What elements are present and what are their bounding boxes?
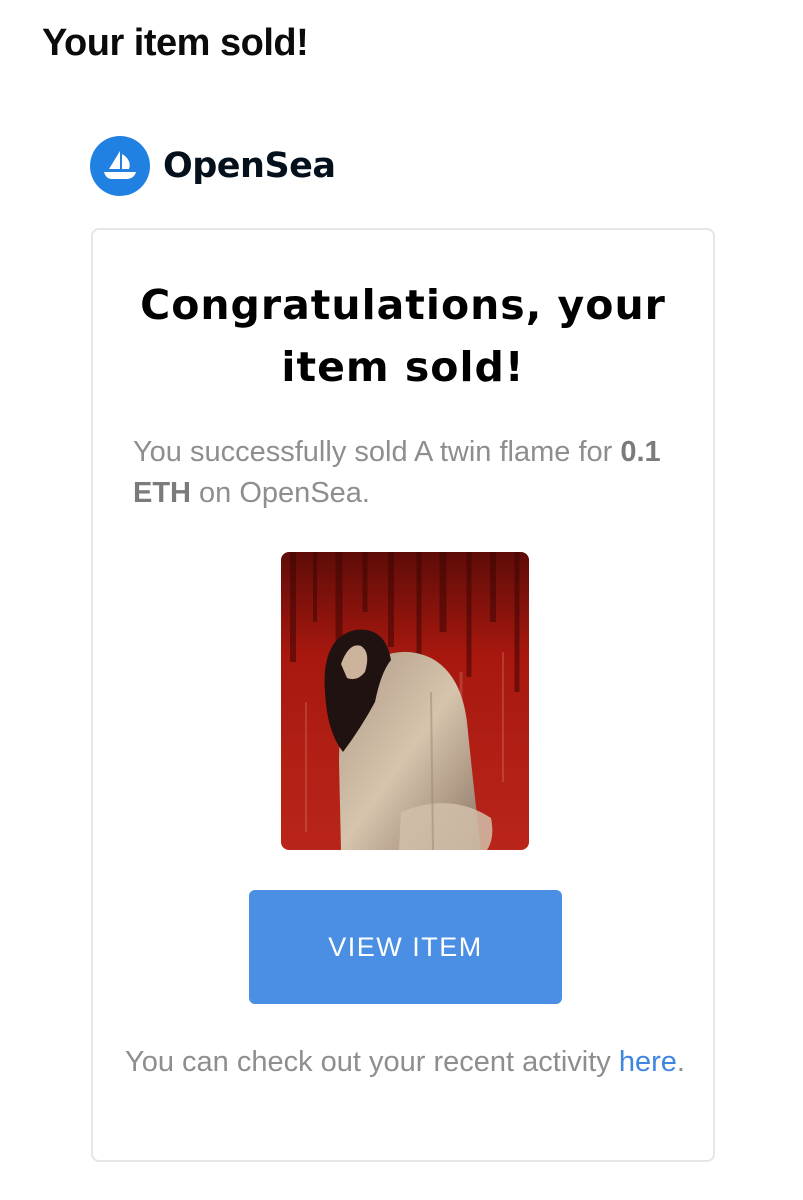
sale-description: You successfully sold A twin flame for 0… (133, 432, 693, 514)
view-item-button[interactable]: VIEW ITEM (249, 890, 562, 1004)
sale-notification-card: Congratulations, your item sold! You suc… (91, 228, 715, 1162)
opensea-brand: OpenSea (90, 136, 336, 196)
item-name: A twin flame (414, 436, 571, 468)
description-prefix: You successfully sold (133, 436, 415, 468)
sailboat-icon (90, 136, 150, 196)
recent-activity-text: You can check out your recent activity h… (113, 1042, 697, 1083)
description-suffix: on OpenSea. (191, 477, 370, 509)
description-mid: for (570, 436, 621, 468)
brand-name: OpenSea (163, 146, 336, 186)
email-subject: Your item sold! (42, 22, 309, 64)
footer-period: . (676, 1046, 685, 1078)
congratulations-title: Congratulations, your item sold! (140, 281, 666, 391)
footer-text: You can check out your recent activity (125, 1046, 619, 1078)
recent-activity-link[interactable]: here (619, 1046, 677, 1078)
artwork-image[interactable] (281, 552, 529, 850)
